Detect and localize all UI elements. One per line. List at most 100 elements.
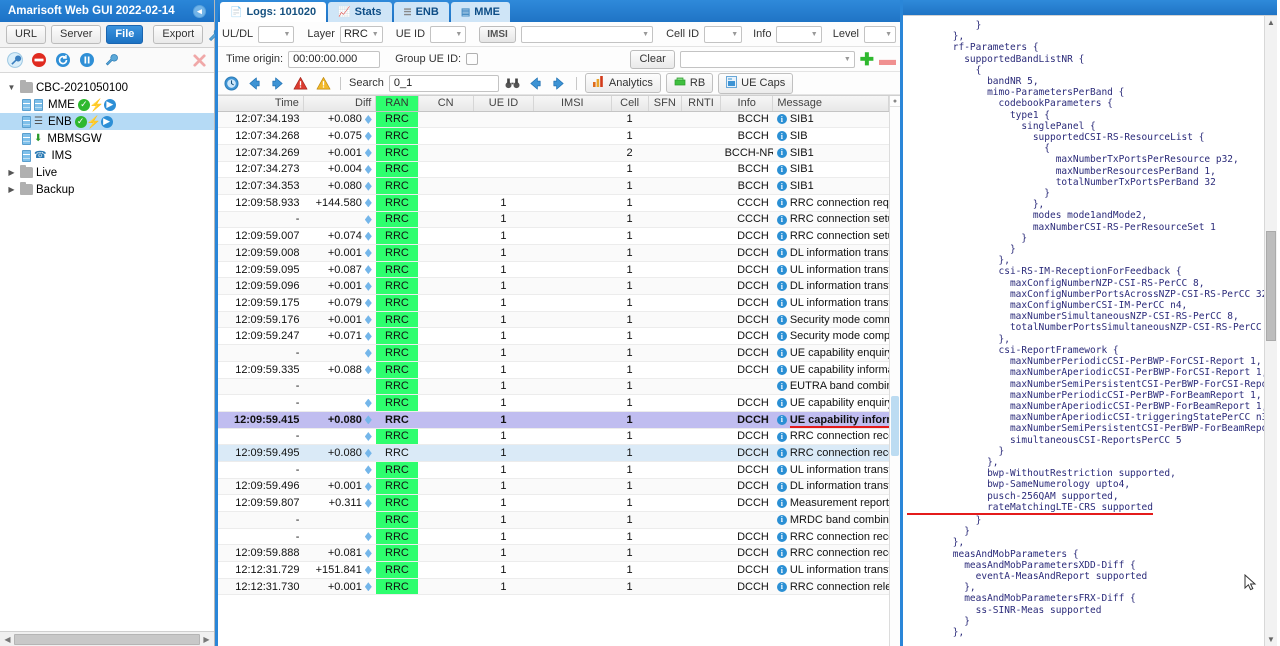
preset-select[interactable]: ▼	[679, 50, 855, 68]
clock-icon[interactable]	[222, 74, 240, 92]
tools-icon[interactable]	[102, 51, 120, 69]
table-row[interactable]: 12:09:59.807 +0.311 RRC 1 1 DCCH i Measurement …	[218, 494, 889, 512]
table-row[interactable]: 12:07:34.268 +0.075 RRC 1 BCCH i SIB	[218, 127, 889, 145]
pause-icon[interactable]	[78, 51, 96, 69]
table-row[interactable]: - RRC 1 1 CCCHiRRC connection setup	[218, 211, 889, 229]
group-ueid-checkbox[interactable]	[466, 53, 479, 65]
table-row[interactable]: - RRC 1 1 DCCHiUL information transfer	[218, 461, 889, 479]
clear-button[interactable]: Clear	[630, 49, 675, 69]
tab-enb[interactable]: ☰ ENB	[393, 2, 449, 22]
col-ran[interactable]: RAN	[375, 96, 419, 112]
col-cn[interactable]: CN	[418, 96, 474, 112]
imsi-select[interactable]: ▼	[520, 25, 654, 43]
chevron-right-icon[interactable]: ▶	[6, 168, 17, 177]
table-row[interactable]: 12:07:34.353 +0.080 RRC 1 BCCH i SIB1	[218, 177, 889, 195]
table-row[interactable]: 12:09:59.415 +0.080 RRC 1 1 DCCH i UE capabilit…	[218, 411, 889, 429]
col-imsi[interactable]: IMSI	[533, 96, 612, 112]
cellid-select[interactable]: ▼	[704, 25, 743, 43]
table-row[interactable]: 12:09:58.933 +144.580 RRC 1 1 CCCH i RRC connec…	[218, 194, 889, 212]
table-row[interactable]: - RRC 1 1 DCCHiRRC connection reconfiguratio…	[218, 528, 889, 546]
tree-node-live[interactable]: ▶ Live	[0, 164, 214, 181]
scrollbar-thumb[interactable]	[14, 633, 200, 645]
table-row[interactable]: 12:09:59.496 +0.001 RRC 1 1 DCCH i DL informati…	[218, 478, 889, 496]
col-cell[interactable]: Cell	[611, 96, 649, 112]
tab-mme[interactable]: ▤ MME	[450, 2, 510, 22]
tree-node-enb[interactable]: ☰ ENB ✓ ⚡ ▶	[0, 113, 214, 130]
table-row[interactable]: 12:07:34.193 +0.080 RRC 1 BCCH i SIB1	[218, 111, 889, 129]
chevron-left-icon[interactable]: ◂	[193, 4, 206, 18]
plus-icon[interactable]: ✚	[860, 51, 874, 68]
log-table-vertical-scrollbar[interactable]: ●	[889, 96, 900, 646]
sidebar-horizontal-scrollbar[interactable]: ◀ ▶	[0, 631, 214, 646]
table-row[interactable]: 12:09:59.096 +0.001 RRC 1 1 DCCH i DL informati…	[218, 277, 889, 296]
prev-arrow-icon[interactable]	[245, 74, 263, 92]
table-row[interactable]: 12:09:59.888 +0.081 RRC 1 1 DCCH i RRC connecti…	[218, 544, 889, 563]
table-row[interactable]: 12:09:59.247 +0.071 RRC 1 1 DCCH i Security mod…	[218, 327, 889, 346]
col-time[interactable]: Time	[218, 96, 304, 112]
scroll-up-icon[interactable]: ●	[890, 96, 900, 107]
col-message[interactable]: Message	[772, 96, 889, 112]
table-row[interactable]: 12:12:31.729 +151.841 RRC 1 1 DCCH i UL informa…	[218, 561, 889, 579]
scroll-left-icon[interactable]: ◀	[1, 635, 14, 644]
col-diff[interactable]: Diff	[303, 96, 377, 112]
analytics-button[interactable]: Analytics	[584, 73, 661, 93]
col-info[interactable]: Info	[720, 96, 774, 112]
layer-select[interactable]: RRC ▼	[339, 25, 383, 43]
detail-vertical-scrollbar[interactable]: ▲ ▼	[1264, 16, 1277, 646]
warning-triangle-icon[interactable]	[314, 74, 332, 92]
source-url-button[interactable]: URL	[6, 25, 47, 44]
table-row[interactable]: 12:09:59.095 +0.087 RRC 1 1 DCCH i UL informati…	[218, 261, 889, 279]
level-select[interactable]: ▼	[864, 25, 897, 43]
table-row[interactable]: - RRC 1 1 iEUTRA band combinations	[218, 378, 889, 396]
time-origin-input[interactable]	[288, 50, 381, 68]
search-next-icon[interactable]	[550, 74, 568, 92]
col-ueid[interactable]: UE ID	[473, 96, 535, 112]
table-row[interactable]: - RRC 1 1 DCCHiRRC connection reconfiguratio…	[218, 428, 889, 446]
table-row[interactable]: 12:09:59.495 +0.080 RRC 1 1 DCCH i RRC connecti…	[218, 444, 889, 462]
table-row[interactable]: 12:12:31.730 +0.001 RRC 1 1 DCCH i RRC connecti…	[218, 578, 889, 596]
chevron-down-icon[interactable]: ▼	[6, 83, 17, 92]
refresh-icon[interactable]	[54, 51, 72, 69]
table-row[interactable]: 12:07:34.269 +0.001 RRC 2 BCCH-NR i SIB1	[218, 144, 889, 162]
scroll-down-icon[interactable]: ▼	[1265, 633, 1277, 646]
imsi-button[interactable]: IMSI	[479, 25, 516, 43]
tab-logs[interactable]: 📄 Logs: 101020	[220, 2, 327, 22]
table-row[interactable]: 12:07:34.273 +0.004 RRC 1 BCCH i SIB1	[218, 161, 889, 179]
table-row[interactable]: 12:09:59.176 +0.001 RRC 1 1 DCCH i Security mod…	[218, 311, 889, 329]
search-input[interactable]	[388, 74, 499, 92]
source-file-button[interactable]: File	[106, 25, 144, 44]
tab-stats[interactable]: 📈 Stats	[328, 2, 392, 22]
table-row[interactable]: - RRC 1 1 DCCH i UE capability enquiry	[218, 394, 889, 412]
tree-node-mbmsgw[interactable]: ⬇ MBMSGW	[0, 130, 214, 147]
tree-node-backup[interactable]: ▶ Backup	[0, 181, 214, 198]
tree-node-mme[interactable]: MME ✓ ⚡ ▶	[0, 96, 214, 113]
info-select[interactable]: ▼	[776, 25, 822, 43]
wrench-icon[interactable]	[6, 51, 24, 69]
chevron-right-icon[interactable]: ▶	[6, 185, 17, 194]
uldl-select[interactable]: ▼	[258, 25, 295, 43]
rb-button[interactable]: RB	[665, 73, 714, 93]
table-row[interactable]: 12:09:59.335 +0.088 RRC 1 1 DCCH i UE capabilit…	[218, 361, 889, 379]
table-row[interactable]: 12:09:59.008 +0.001 RRC 1 1 DCCH i DL informati…	[218, 244, 889, 262]
source-server-button[interactable]: Server	[51, 25, 102, 44]
next-arrow-icon[interactable]	[268, 74, 286, 92]
stop-icon[interactable]	[30, 51, 48, 69]
ueid-select[interactable]: ▼	[430, 25, 467, 43]
table-row[interactable]: 12:09:59.175 +0.079 RRC 1 1 DCCH i UL informati…	[218, 294, 889, 312]
table-row[interactable]: - RRC 1 1 DCCH i UE capability enquiry	[218, 344, 889, 362]
tree-node-ims[interactable]: ☎ IMS	[0, 147, 214, 164]
close-icon[interactable]	[190, 51, 208, 69]
scrollbar-thumb[interactable]	[891, 396, 899, 456]
tree-node-cbc[interactable]: ▼ CBC-2021050100	[0, 79, 214, 96]
col-rnti[interactable]: RNTI	[681, 96, 722, 112]
scroll-up-icon[interactable]: ▲	[1265, 16, 1277, 29]
minus-icon[interactable]: ▬	[879, 51, 896, 68]
ue-caps-button[interactable]: UE Caps	[718, 72, 794, 94]
scroll-right-icon[interactable]: ▶	[200, 635, 213, 644]
search-prev-icon[interactable]	[527, 74, 545, 92]
table-row[interactable]: - RRC 1 1 iMRDC band combinations	[218, 511, 889, 529]
scrollbar-thumb[interactable]	[1266, 231, 1276, 341]
table-row[interactable]: 12:09:59.007 +0.074 RRC 1 1 DCCH i RRC connecti…	[218, 227, 889, 245]
export-button[interactable]: Export	[153, 25, 204, 44]
error-triangle-icon[interactable]	[291, 74, 309, 92]
